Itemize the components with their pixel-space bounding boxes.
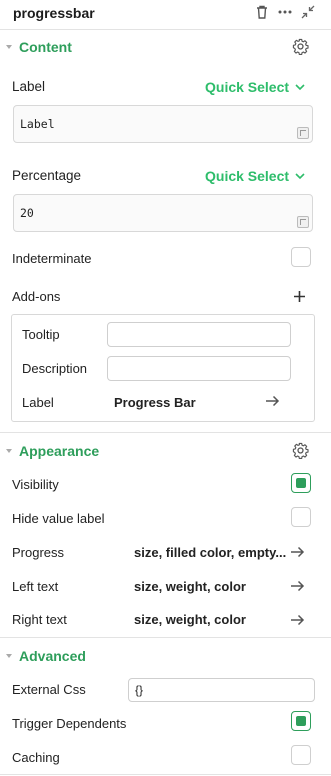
label-quick-select[interactable]: Quick Select — [205, 79, 305, 95]
external-css-label: External Css — [12, 682, 86, 697]
section-appearance-toggle[interactable]: Appearance — [6, 443, 99, 459]
label-input-value: Label — [20, 117, 55, 131]
label-field-label: Label — [12, 79, 46, 94]
chevron-down-icon — [295, 172, 305, 179]
visibility-label: Visibility — [12, 477, 59, 492]
left-text-style-value: size, weight, color — [134, 579, 246, 594]
section-appearance-title: Appearance — [19, 443, 100, 459]
label-quick-select-text: Quick Select — [205, 79, 290, 95]
trigger-dependents-label: Trigger Dependents — [12, 716, 127, 731]
external-css-input[interactable]: {} — [128, 678, 315, 702]
section-advanced-toggle[interactable]: Advanced — [6, 648, 86, 664]
visibility-checkbox[interactable] — [291, 473, 311, 493]
addon-label-value: Progress Bar — [114, 395, 196, 410]
resize-handle-icon[interactable] — [297, 127, 309, 139]
panel-title: progressbar — [13, 5, 95, 21]
more-icon[interactable] — [277, 4, 293, 20]
indeterminate-checkbox[interactable] — [291, 247, 311, 267]
section-advanced-title: Advanced — [19, 648, 86, 664]
caching-label: Caching — [12, 750, 60, 765]
percentage-field-label: Percentage — [12, 168, 82, 183]
chevron-down-icon — [295, 83, 305, 90]
external-css-value: {} — [135, 683, 144, 697]
tooltip-label: Tooltip — [22, 327, 60, 342]
percentage-input-value: 20 — [20, 206, 34, 220]
arrow-right-icon[interactable] — [290, 580, 305, 592]
caret-icon — [6, 45, 12, 49]
addons-label: Add-ons — [12, 289, 61, 304]
indeterminate-label: Indeterminate — [12, 251, 92, 266]
collapse-icon[interactable] — [301, 5, 315, 19]
header-actions — [255, 4, 315, 20]
description-label: Description — [22, 361, 88, 376]
progress-label: Progress — [12, 545, 65, 560]
gear-icon[interactable] — [292, 442, 309, 459]
progress-style-value: size, filled color, empty... — [134, 545, 287, 560]
plus-icon[interactable] — [293, 290, 306, 303]
section-content-title: Content — [19, 39, 72, 55]
caret-icon — [6, 449, 12, 453]
percentage-quick-select-text: Quick Select — [205, 168, 290, 184]
hide-value-label-checkbox[interactable] — [291, 507, 311, 527]
trigger-dependents-checkbox[interactable] — [291, 711, 311, 731]
arrow-right-icon[interactable] — [290, 546, 305, 558]
percentage-quick-select[interactable]: Quick Select — [205, 168, 305, 184]
right-text-label: Right text — [12, 612, 67, 627]
hide-value-label-label: Hide value label — [12, 511, 105, 526]
percentage-input[interactable]: 20 — [13, 194, 313, 232]
label-input[interactable]: Label — [13, 105, 313, 143]
left-text-label: Left text — [12, 579, 59, 594]
tooltip-input[interactable] — [107, 322, 291, 347]
arrow-right-icon[interactable] — [290, 614, 305, 626]
gear-icon[interactable] — [292, 38, 309, 55]
section-content-toggle[interactable]: Content — [6, 39, 72, 55]
resize-handle-icon[interactable] — [297, 216, 309, 228]
description-input[interactable] — [107, 356, 291, 381]
right-text-style-value: size, weight, color — [134, 612, 246, 627]
caching-checkbox[interactable] — [291, 745, 311, 765]
caret-icon — [6, 654, 12, 658]
trash-icon[interactable] — [255, 4, 269, 20]
addon-label-label: Label — [22, 395, 54, 410]
arrow-right-icon[interactable] — [265, 395, 280, 407]
